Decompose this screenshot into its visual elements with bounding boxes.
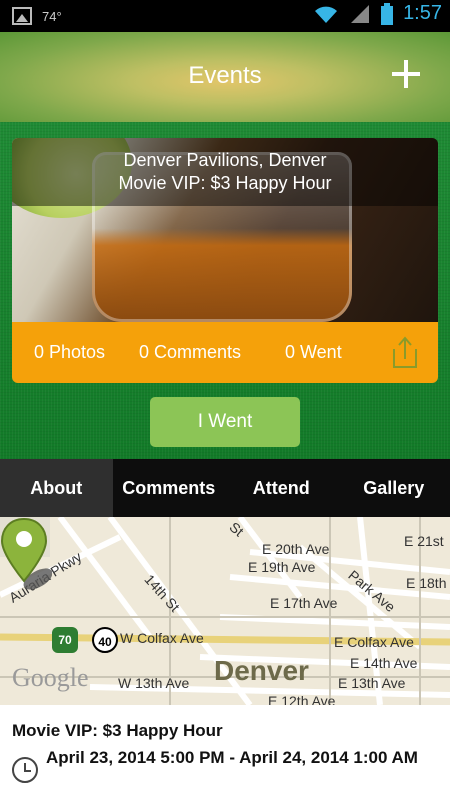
- status-left: 74°: [12, 7, 62, 25]
- street-label-17th: E 17th Ave: [270, 595, 338, 611]
- us-40-shield: 40: [92, 627, 118, 653]
- went-count[interactable]: 0 Went: [285, 322, 342, 383]
- event-photo[interactable]: Denver Pavilions, Denver Movie VIP: $3 H…: [12, 138, 438, 322]
- wifi-icon: [315, 6, 338, 23]
- street-label-e-colfax: E Colfax Ave: [334, 634, 414, 650]
- event-map[interactable]: Auraria Pkwy 14th St W Colfax Ave E Colf…: [0, 517, 450, 705]
- comments-count[interactable]: 0 Comments: [139, 322, 241, 383]
- street-label-21st: E 21st: [404, 533, 444, 549]
- event-venue: Denver Pavilions, Denver: [123, 150, 327, 170]
- page-title: Events: [188, 62, 262, 89]
- event-caption: Denver Pavilions, Denver Movie VIP: $3 H…: [12, 138, 438, 206]
- i-went-button[interactable]: I Went: [150, 397, 300, 447]
- event-date-range: April 23, 2014 5:00 PM - April 24, 2014 …: [46, 748, 418, 767]
- tab-attend[interactable]: Attend: [225, 459, 338, 517]
- clock-icon: [12, 757, 38, 783]
- add-event-button[interactable]: [386, 54, 426, 94]
- event-area: Denver Pavilions, Denver Movie VIP: $3 H…: [0, 122, 450, 459]
- map-pin-icon[interactable]: [0, 517, 52, 597]
- photos-count[interactable]: 0 Photos: [34, 322, 105, 383]
- event-card[interactable]: Denver Pavilions, Denver Movie VIP: $3 H…: [12, 138, 438, 383]
- tab-gallery[interactable]: Gallery: [338, 459, 450, 517]
- status-bar: 74° 1:57: [0, 0, 450, 32]
- temperature-text: 74°: [42, 8, 62, 24]
- street-label-19th: E 19th Ave: [248, 559, 316, 575]
- street-label-18th: E 18th: [406, 575, 447, 591]
- tab-about[interactable]: About: [0, 459, 113, 517]
- event-detail-title: Movie VIP: $3 Happy Hour: [12, 721, 223, 740]
- event-name: Movie VIP: $3 Happy Hour: [118, 173, 332, 193]
- signal-icon: [351, 4, 370, 23]
- gallery-notification-icon: [12, 7, 32, 25]
- share-icon[interactable]: [392, 335, 418, 369]
- tab-bar: About Comments Attend Gallery: [0, 459, 450, 517]
- tab-comments[interactable]: Comments: [113, 459, 226, 517]
- street-label-w-13th: W 13th Ave: [118, 675, 190, 691]
- app-header: Events: [0, 32, 450, 122]
- street-label-e-13th: E 13th Ave: [338, 675, 406, 691]
- event-stats-bar: 0 Photos 0 Comments 0 Went: [12, 322, 438, 383]
- clock-time: 1:57: [403, 2, 442, 24]
- map-city-label: Denver: [214, 655, 309, 686]
- street-label-20th: E 20th Ave: [262, 541, 330, 557]
- event-details: Movie VIP: $3 Happy Hour April 23, 2014 …: [0, 705, 450, 800]
- street-label-12th: E 12th Ave: [268, 693, 336, 705]
- street-label-w-colfax: W Colfax Ave: [120, 630, 204, 646]
- interstate-70-shield: 70: [52, 627, 78, 653]
- google-logo: Google: [12, 663, 89, 692]
- battery-icon: [381, 2, 394, 25]
- street-label-14th-ave: E 14th Ave: [350, 655, 418, 671]
- status-right: 1:57: [313, 2, 442, 25]
